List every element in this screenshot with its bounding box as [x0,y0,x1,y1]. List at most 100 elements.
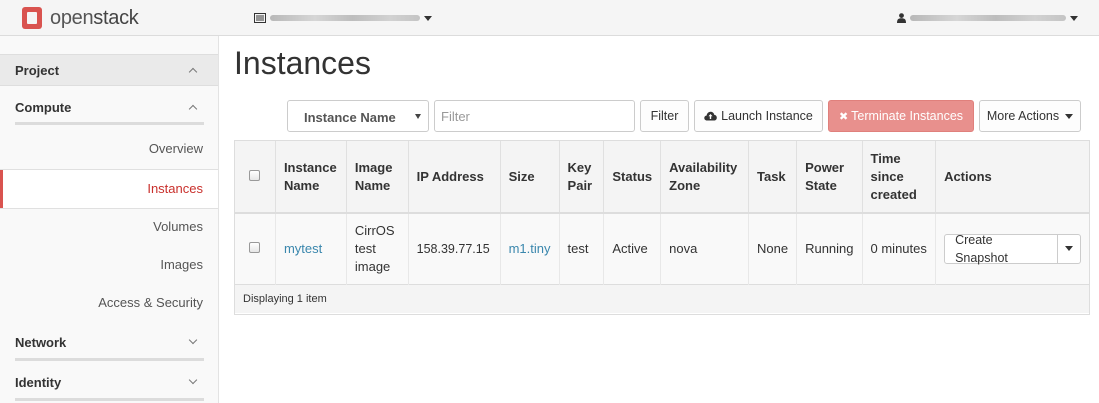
cell-ip-address: 158.39.77.15 [408,213,501,284]
terminate-instances-button[interactable]: ✖ Terminate Instances [828,100,974,132]
column-header-key-pair[interactable]: Key Pair [559,141,605,214]
column-header-image-name[interactable]: Image Name [346,141,409,214]
create-snapshot-button[interactable]: Create Snapshot [944,232,1058,265]
header-text: Availability [669,159,738,175]
header-text: Name [283,177,320,193]
sidebar-divider [15,398,204,401]
header-text: Task [757,168,786,184]
header-text: created [870,186,917,202]
sidebar-item-label: Instances [147,181,203,196]
filter-field-select[interactable]: Instance Name [287,100,429,132]
cell-text: CirrOS [354,222,395,238]
cell-power-state: Running [796,213,863,284]
header-text: Instance [283,159,337,175]
sidebar-item-instances[interactable]: Instances [0,170,218,208]
column-header-time-since-created[interactable]: Time since created [862,141,937,214]
cell-key-pair: test [559,213,605,284]
flavor-link[interactable]: m1.tiny [509,241,551,256]
user-menu[interactable] [897,10,1078,26]
column-header-availability-zone[interactable]: Availability Zone [660,141,749,214]
header-text: Actions [944,168,992,184]
chevron-down-icon [1064,246,1073,252]
cell-text: 0 minutes [870,240,927,256]
cell-actions: Create Snapshot [936,213,1089,284]
column-header-task[interactable]: Task [748,141,798,214]
table-footer-row: Displaying 1 item [235,283,1089,313]
top-navbar: openstack [0,0,1099,36]
select-all-checkbox[interactable] [249,169,261,181]
table-row: mytest CirrOS test image 158.39.77.15 m1… [235,213,1089,284]
sidebar-item-access-security[interactable]: Access & Security [0,284,218,322]
sidebar-item-label: Overview [148,141,203,156]
sidebar-section-identity[interactable]: Identity [0,366,218,402]
header-text: Image [354,159,393,175]
sidebar-item-label: Access & Security [98,295,203,310]
status-text: Active [612,240,648,256]
table-footer: Displaying 1 item [235,283,1089,313]
row-checkbox-cell [235,213,276,284]
select-caret-icon [415,114,421,119]
cloud-upload-icon [704,111,717,121]
row-actions-dropdown-toggle[interactable] [1057,233,1081,264]
username-redacted [910,15,1066,21]
header-text: Name [354,177,391,193]
cell-size: m1.tiny [500,213,560,284]
cell-text: nova [669,240,698,256]
column-header-ip-address[interactable]: IP Address [408,141,501,214]
sidebar: Project Compute Overview Instances Volum… [0,36,219,403]
cell-instance-name: mytest [275,213,347,284]
cell-status: Active [603,213,662,284]
item-count-text: Displaying 1 item [243,292,327,305]
column-header-status[interactable]: Status [603,141,662,214]
openstack-logo-icon [20,6,44,30]
page-title: Instances [234,45,371,81]
filter-input[interactable] [434,100,635,132]
sidebar-section-network[interactable]: Network [0,326,218,362]
row-actions-group: Create Snapshot [944,232,1081,265]
column-header-instance-name[interactable]: Instance Name [275,141,347,214]
cell-time-since-created: 0 minutes [862,213,937,284]
sidebar-identity-label: Identity [15,375,62,390]
header-text: Key [567,159,592,175]
cell-text: None [757,240,789,256]
more-actions-button[interactable]: More Actions [979,100,1081,132]
cell-text: 158.39.77.15 [416,241,490,256]
header-text: State [805,177,837,193]
brand-name-part2: stack [93,6,139,29]
cell-text: test [354,240,376,256]
cell-text: image [354,258,391,274]
filter-button-label: Filter [650,109,679,123]
chevron-down-icon [188,335,198,345]
cell-text: Running [805,240,854,256]
project-selector[interactable] [254,10,432,26]
header-text: Status [612,168,653,184]
row-checkbox[interactable] [249,241,261,253]
sidebar-panel-project[interactable]: Project [0,54,218,86]
instance-name-link[interactable]: mytest [284,241,322,256]
user-icon [897,11,906,26]
sidebar-section-compute[interactable]: Compute [0,90,218,126]
sidebar-item-volumes[interactable]: Volumes [0,208,218,246]
filter-button[interactable]: Filter [640,100,689,132]
create-snapshot-label: Create Snapshot [955,232,1008,265]
chevron-up-icon [188,67,198,77]
instances-table: Instance Name Image Name IP Address Size… [234,140,1090,315]
more-actions-label: More Actions [986,109,1060,123]
chevron-down-icon [188,375,198,385]
column-header-power-state[interactable]: Power State [796,141,863,214]
chevron-down-icon [1070,15,1078,21]
sidebar-divider [15,122,204,125]
sidebar-item-overview[interactable]: Overview [0,130,218,168]
close-icon: ✖ [838,110,849,123]
header-text: Pair [567,177,593,193]
project-list-icon [254,11,266,26]
column-header-size[interactable]: Size [500,141,560,214]
sidebar-item-label: Volumes [153,219,203,234]
project-name-redacted [270,15,420,21]
cell-availability-zone: nova [660,213,749,284]
brand-logo-link[interactable]: openstack [20,5,139,31]
sidebar-item-images[interactable]: Images [0,246,218,284]
launch-instance-button[interactable]: Launch Instance [694,100,823,132]
brand-name: openstack [50,6,139,30]
sidebar-network-label: Network [15,335,67,350]
